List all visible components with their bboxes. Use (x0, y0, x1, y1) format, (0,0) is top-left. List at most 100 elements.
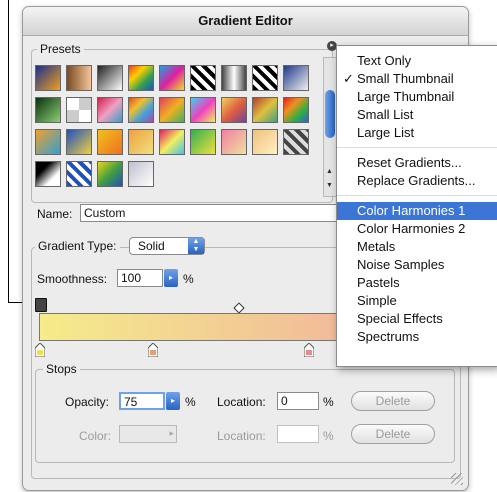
location-field[interactable]: 0 (277, 392, 319, 410)
scrollbar-thumb[interactable] (325, 90, 335, 138)
smoothness-stepper[interactable]: ▸ (164, 269, 178, 287)
callout-line-vertical (8, 0, 9, 303)
window-title: Gradient Editor (198, 13, 293, 28)
menu-item-label: Special Effects (357, 311, 443, 326)
menu-item[interactable]: Small List (337, 106, 497, 124)
stops-group (35, 369, 455, 463)
menu-item-label: Small Thumbnail (357, 71, 454, 86)
menu-item-label: Spectrums (357, 329, 420, 344)
color-stop-yellow[interactable] (34, 342, 46, 358)
preset-swatch[interactable] (159, 65, 185, 91)
color-swatch-arrow-icon: ▸ (169, 428, 174, 438)
preset-swatch[interactable] (97, 97, 123, 123)
preset-swatch[interactable] (35, 161, 61, 187)
menu-item-label: Simple (357, 293, 397, 308)
presets-swatch-grid (35, 65, 321, 193)
menu-item[interactable]: Noise Samples (337, 256, 497, 274)
preset-swatch[interactable] (252, 97, 278, 123)
preset-swatch[interactable] (221, 97, 247, 123)
checkmark-icon: ✓ (343, 71, 354, 86)
menu-separator (337, 147, 497, 148)
color-label: Color: (79, 429, 112, 443)
preset-swatch[interactable] (252, 129, 278, 155)
color-swatch-field[interactable]: ▸ (119, 425, 177, 443)
preset-swatch[interactable] (252, 65, 278, 91)
preset-swatch[interactable] (97, 65, 123, 91)
preset-swatch[interactable] (283, 97, 309, 123)
preset-swatch[interactable] (159, 97, 185, 123)
location2-label: Location: (217, 429, 266, 443)
menu-item-label: Noise Samples (357, 257, 445, 272)
menu-item[interactable]: Large List (337, 124, 497, 142)
preset-swatch[interactable] (221, 65, 247, 91)
menu-item-label: Metals (357, 239, 396, 254)
delete-opacity-stop-button[interactable]: Delete (351, 391, 435, 411)
presets-popup-menu: Text Only ✓ Small Thumbnail Large Thumbnail… (336, 45, 497, 367)
preset-swatch[interactable] (283, 65, 309, 91)
color-stop-pink[interactable] (303, 342, 315, 358)
preset-swatch[interactable] (35, 65, 61, 91)
preset-swatch[interactable] (190, 97, 216, 123)
preset-swatch[interactable] (97, 161, 123, 187)
menu-item[interactable]: Simple (337, 292, 497, 310)
menu-item[interactable]: Large Thumbnail (337, 88, 497, 106)
location-unit: % (323, 395, 334, 409)
name-field[interactable]: Custom (80, 204, 338, 222)
smoothness-unit: % (183, 272, 194, 286)
menu-item[interactable]: ✓ Small Thumbnail (337, 70, 497, 88)
gradient-type-select[interactable]: Solid ▲ ▼ (129, 237, 205, 255)
smoothness-field[interactable]: 100 (117, 269, 163, 287)
menu-item-label: Color Harmonies 1 (357, 203, 466, 218)
location-label: Location: (217, 395, 266, 409)
resize-grip-icon[interactable] (451, 473, 463, 485)
preset-swatch[interactable] (97, 129, 123, 155)
scroll-up-icon[interactable]: ▲ (326, 168, 333, 175)
menu-separator (337, 195, 497, 196)
menu-item[interactable]: Replace Gradients... (337, 172, 497, 190)
opacity-field[interactable]: 75 (119, 392, 165, 410)
menu-item[interactable]: Color Harmonies 1 (337, 202, 497, 220)
scroll-down-icon[interactable]: ▼ (326, 182, 333, 189)
preset-swatch[interactable] (128, 161, 154, 187)
menu-item-label: Large List (357, 125, 415, 140)
preset-swatch[interactable] (221, 129, 247, 155)
menu-item[interactable]: Metals (337, 238, 497, 256)
menu-item-label: Text Only (357, 53, 412, 68)
opacity-unit: % (185, 395, 196, 409)
menu-item-label: Color Harmonies 2 (357, 221, 466, 236)
preset-swatch[interactable] (190, 129, 216, 155)
location2-field[interactable] (277, 425, 319, 443)
preset-swatch[interactable] (35, 97, 61, 123)
presets-scrollbar[interactable]: ▲ ▼ (323, 57, 337, 197)
preset-swatch[interactable] (283, 129, 309, 155)
preset-swatch[interactable] (66, 161, 92, 187)
menu-item[interactable]: Text Only (337, 52, 497, 70)
menu-item[interactable]: Pastels (337, 274, 497, 292)
location2-unit: % (323, 429, 334, 443)
menu-item-label: Pastels (357, 275, 400, 290)
preset-swatch[interactable] (35, 129, 61, 155)
opacity-label: Opacity: (65, 395, 110, 409)
opacity-stop-selected[interactable] (35, 298, 47, 312)
preset-swatch[interactable] (128, 129, 154, 155)
menu-item[interactable]: Spectrums (337, 328, 497, 346)
menu-item-label: Replace Gradients... (357, 173, 476, 188)
smoothness-label: Smoothness: (37, 272, 108, 286)
preset-swatch[interactable] (159, 129, 185, 155)
preset-swatch[interactable] (128, 97, 154, 123)
color-stop-orange[interactable] (147, 342, 159, 358)
preset-swatch[interactable] (66, 129, 92, 155)
preset-swatch[interactable] (128, 65, 154, 91)
stops-label: Stops (43, 362, 80, 376)
menu-item-label: Small List (357, 107, 414, 122)
opacity-stepper[interactable]: ▸ (166, 392, 180, 410)
delete-color-stop-button[interactable]: Delete (351, 424, 435, 444)
menu-item[interactable]: Color Harmonies 2 (337, 220, 497, 238)
name-label: Name: (37, 207, 73, 221)
preset-swatch[interactable] (66, 65, 92, 91)
menu-item[interactable]: Reset Gradients... (337, 154, 497, 172)
gradient-type-label: Gradient Type: (35, 239, 120, 253)
preset-swatch[interactable] (190, 65, 216, 91)
menu-item[interactable]: Special Effects (337, 310, 497, 328)
preset-swatch[interactable] (66, 97, 92, 123)
